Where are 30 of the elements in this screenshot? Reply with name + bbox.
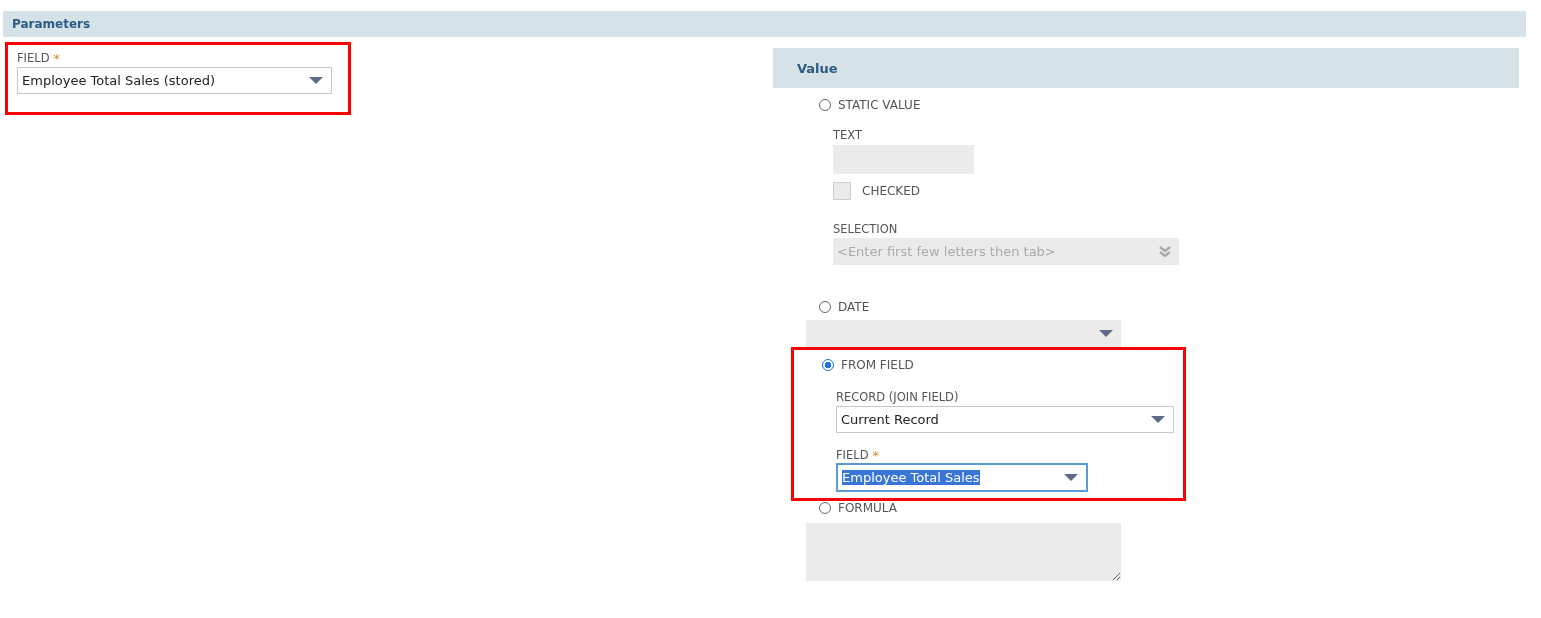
- field-label: FIELD: [17, 51, 50, 65]
- field-label: FIELD: [836, 448, 869, 462]
- dropdown-caret-icon: [1099, 329, 1113, 338]
- record-dropdown[interactable]: Current Record: [836, 406, 1174, 433]
- section-header: Parameters: [3, 11, 1526, 37]
- field-label: TEXT: [833, 128, 862, 142]
- radio-label: STATIC VALUE: [838, 98, 921, 112]
- radio-button[interactable]: [822, 359, 834, 371]
- panel-header: Value: [773, 48, 1519, 88]
- required-mark: *: [53, 51, 61, 66]
- field-label: SELECTION: [833, 222, 898, 236]
- radio-label: FROM FIELD: [841, 358, 914, 372]
- double-chevron-icon: [1159, 245, 1171, 258]
- selected-text: Employee Total Sales: [842, 470, 980, 485]
- radio-button[interactable]: [819, 99, 831, 111]
- checkbox-label: CHECKED: [862, 184, 921, 198]
- dropdown-caret-icon: [309, 76, 323, 85]
- radio-label: DATE: [838, 300, 870, 314]
- checkbox[interactable]: [833, 182, 851, 200]
- field-dropdown[interactable]: Employee Total Sales: [836, 463, 1088, 492]
- dropdown-caret-icon: [1151, 415, 1165, 424]
- required-mark: *: [872, 448, 880, 463]
- radio-label: FORMULA: [838, 501, 897, 515]
- radio-button[interactable]: [819, 301, 831, 313]
- radio-button[interactable]: [819, 502, 831, 514]
- dropdown-caret-icon: [1064, 473, 1078, 482]
- field-dropdown[interactable]: Employee Total Sales (stored): [17, 67, 332, 94]
- dropdown-value: Employee Total Sales (stored): [22, 73, 216, 88]
- field-label: RECORD (JOIN FIELD): [836, 390, 959, 404]
- dropdown-value: Current Record: [841, 412, 939, 427]
